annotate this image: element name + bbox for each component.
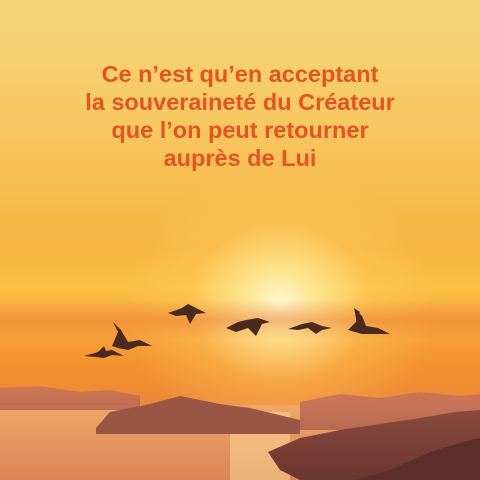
quote-line-4: auprès de Lui xyxy=(163,145,317,171)
bird-6 xyxy=(348,310,390,334)
quote-line-2: la souveraineté du Créateur xyxy=(85,89,395,115)
quote-line-1: Ce n’est qu’en acceptant xyxy=(101,61,379,87)
flock-of-birds xyxy=(84,304,390,358)
bird-2 xyxy=(112,322,152,350)
quote-text: Ce n’est qu’en acceptant la souveraineté… xyxy=(0,60,480,172)
background-scene: Ce n’est qu’en acceptant la souveraineté… xyxy=(0,0,480,480)
quote-line-3: que l’on peut retourner xyxy=(111,117,369,143)
far-hills-left xyxy=(0,386,140,410)
bird-5 xyxy=(288,322,332,334)
bird-4 xyxy=(226,318,270,336)
bird-3 xyxy=(168,304,206,324)
